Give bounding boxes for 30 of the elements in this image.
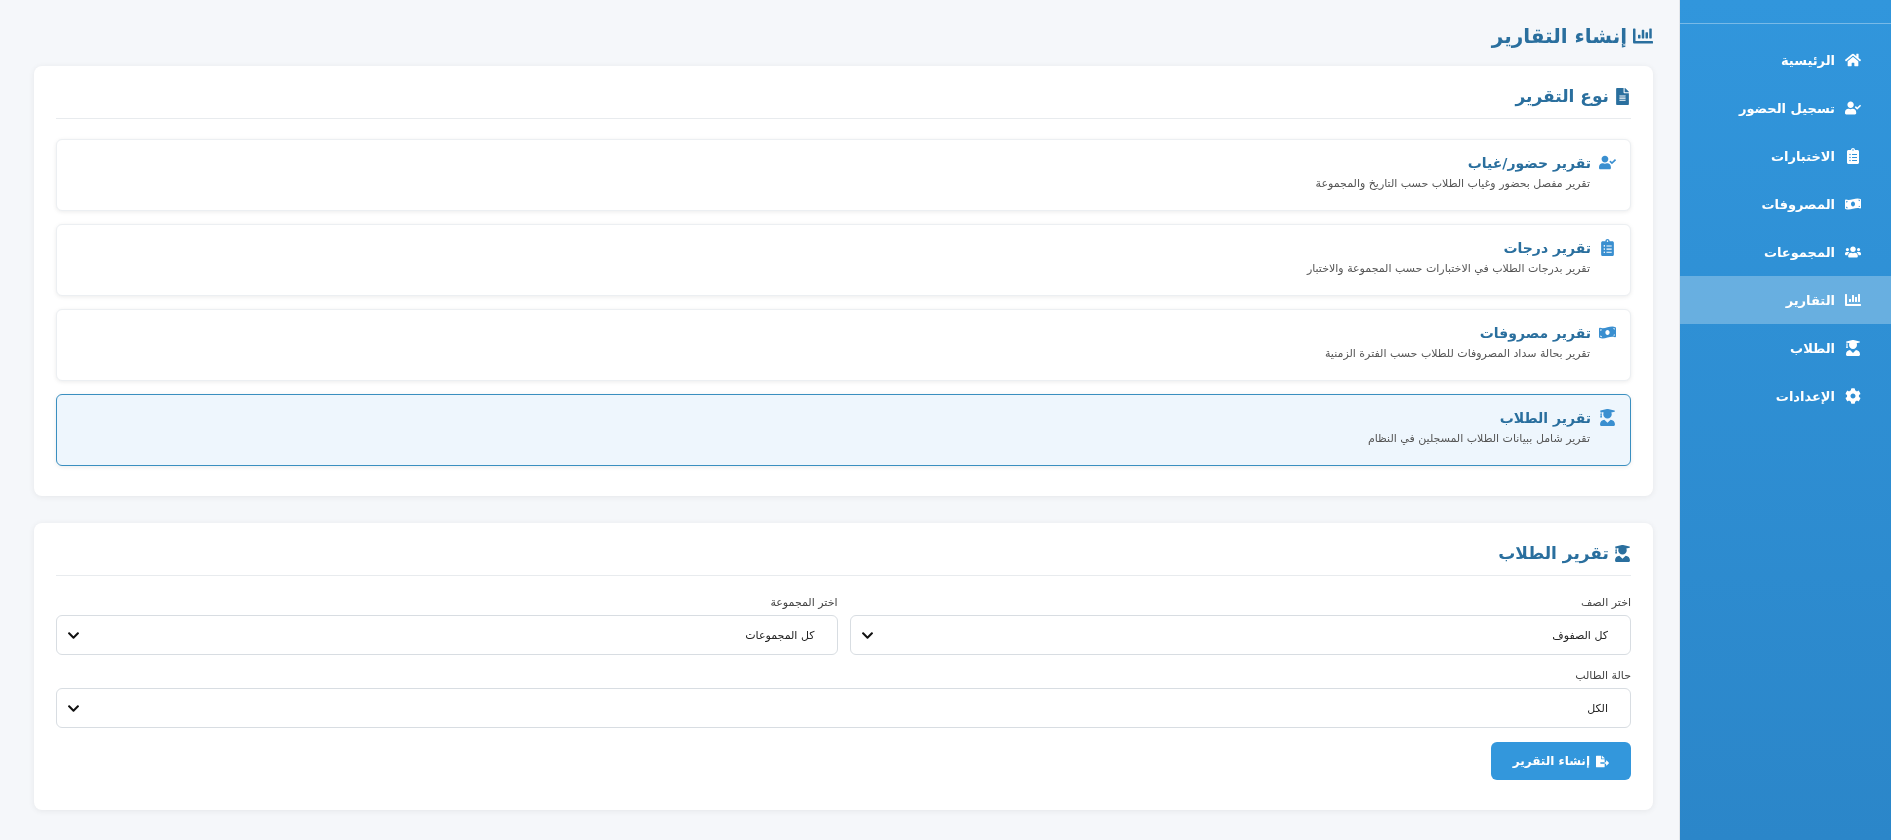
- create-report-button[interactable]: إنشاء التقرير: [1490, 742, 1631, 780]
- option-title: تقرير درجات: [1503, 239, 1591, 256]
- option-description: تقرير مفصل بحضور وغياب الطلاب حسب التاريخ والمجموعة: [1314, 177, 1591, 190]
- field-label: حالة الطالب: [1574, 669, 1631, 682]
- report-option[interactable]: تقرير الطلاب تقرير شامل ببيانات الطلاب المسجلين في النظام: [56, 394, 1631, 466]
- card-title: تقرير الطلاب: [56, 543, 1631, 576]
- card-title: نوع التقرير: [56, 86, 1631, 119]
- sidebar-item[interactable]: المجموعات: [1680, 228, 1891, 276]
- sidebar-item[interactable]: تسجيل الحضور: [1680, 84, 1891, 132]
- sidebar-item[interactable]: المصروفات: [1680, 180, 1891, 228]
- page-title: إنشاء التقارير: [34, 24, 1653, 48]
- sidebar-item[interactable]: الطلاب: [1680, 324, 1891, 372]
- select-field[interactable]: كل الصفوف: [849, 615, 1631, 655]
- report-option[interactable]: تقرير مصروفات تقرير بحالة سداد المصروفات للطلاب حسب الفترة الزمنية: [56, 309, 1631, 381]
- option-title: تقرير الطلاب: [1499, 409, 1591, 426]
- report-option[interactable]: تقرير حضور/غياب تقرير مفصل بحضور وغياب الطلاب حسب التاريخ والمجموعة: [56, 139, 1631, 211]
- sidebar-item[interactable]: الاختبارات: [1680, 132, 1891, 180]
- sidebar-item[interactable]: الرئيسية: [1680, 36, 1891, 84]
- field-label: اختر الصف: [1579, 596, 1631, 609]
- select-field[interactable]: كل المجموعات: [56, 615, 838, 655]
- option-title: تقرير مصروفات: [1479, 324, 1591, 341]
- report-option[interactable]: تقرير درجات تقرير بدرجات الطلاب في الاختبارات حسب المجموعة والاختبار: [56, 224, 1631, 296]
- select-field[interactable]: الكل: [56, 688, 1631, 728]
- sidebar-item[interactable]: التقارير: [1680, 276, 1891, 324]
- option-title: تقرير حضور/غياب: [1467, 154, 1591, 171]
- option-description: تقرير بحالة سداد المصروفات للطلاب حسب الفترة الزمنية: [1323, 347, 1591, 360]
- option-description: تقرير بدرجات الطلاب في الاختبارات حسب المجموعة والاختبار: [1305, 262, 1591, 275]
- sidebar-item[interactable]: الإعدادات: [1680, 372, 1891, 420]
- field-label: اختر المجموعة: [769, 596, 838, 609]
- option-description: تقرير شامل ببيانات الطلاب المسجلين في النظام: [1366, 432, 1591, 445]
